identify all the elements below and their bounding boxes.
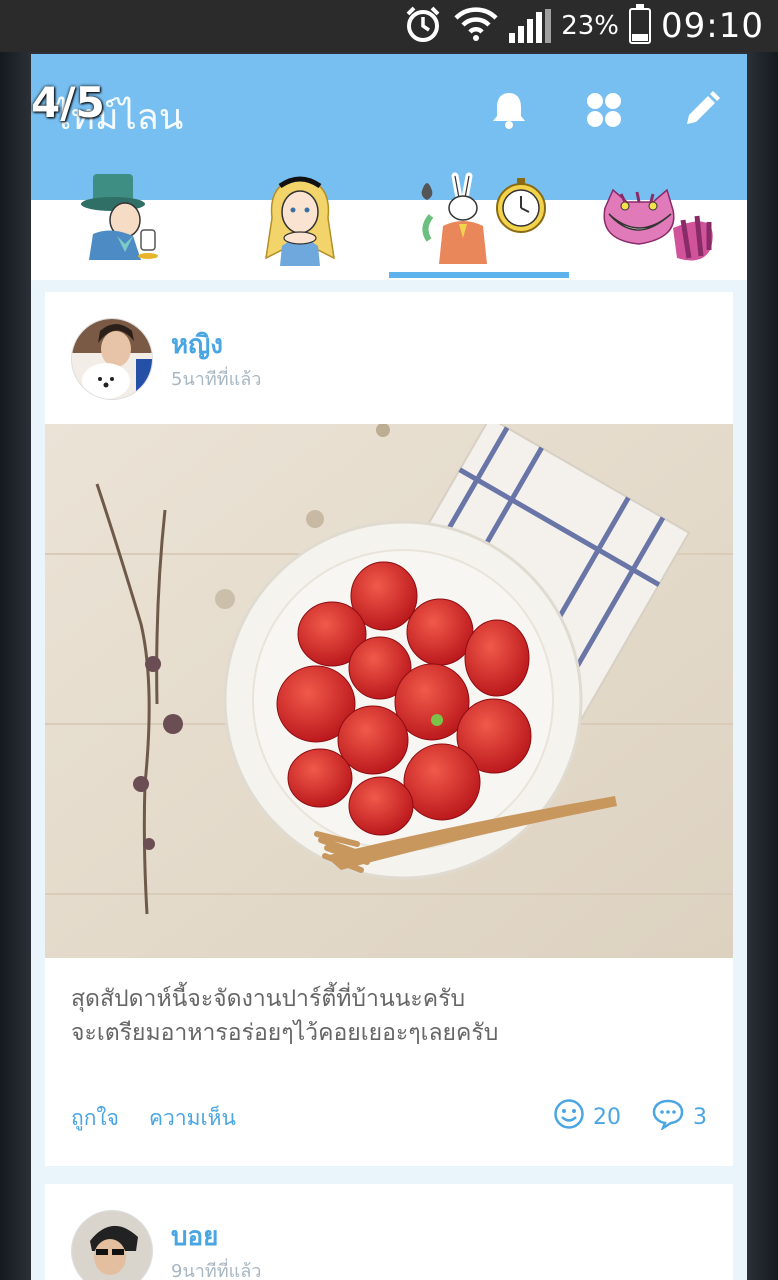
mad-hatter-sticker-icon (71, 168, 171, 278)
post-timestamp: 9นาทีที่แล้ว (171, 1261, 262, 1280)
comment-button[interactable]: ความเห็น (149, 1102, 236, 1135)
speech-bubble-icon (651, 1098, 685, 1136)
status-clock: 09:10 (661, 6, 764, 46)
caption-line: จะเตรียมอาหารอร่อยๆไว้คอยเยอะๆเลยครับ (71, 1020, 499, 1046)
wifi-icon (453, 6, 499, 46)
post-card: หญิง 5นาทีที่แล้ว สุดสัปดาห์นี้จะจัดงานป… (45, 292, 733, 1166)
cheshire-cat-sticker-icon (593, 168, 723, 278)
like-button[interactable]: ถูกใจ (71, 1102, 119, 1135)
caption-line: สุดสัปดาห์นี้จะจัดงานปาร์ตี้ที่บ้านนะครั… (71, 986, 466, 1012)
avatar[interactable] (71, 318, 153, 400)
menu-grid-button[interactable] (582, 88, 626, 132)
alice-sticker-icon (250, 168, 350, 278)
alarm-clock-icon (403, 4, 443, 48)
comment-count[interactable]: 3 (651, 1098, 707, 1136)
tab-cheshire-cat[interactable] (568, 168, 747, 278)
like-count[interactable]: 20 (553, 1098, 621, 1136)
selected-tab-indicator (389, 272, 569, 278)
post-photo[interactable] (45, 424, 733, 958)
bell-icon (487, 93, 531, 136)
avatar[interactable] (71, 1210, 153, 1280)
tab-mad-hatter[interactable] (31, 168, 210, 278)
like-count-value: 20 (593, 1104, 621, 1130)
page-counter: 4/5 (31, 78, 105, 127)
pencil-icon (679, 91, 723, 136)
notification-button[interactable] (487, 88, 531, 132)
battery-percent: 23% (561, 11, 620, 41)
tab-alice[interactable] (210, 168, 389, 278)
sticker-tab-bar (31, 172, 747, 280)
compose-post-button[interactable] (679, 88, 723, 132)
post-timestamp: 5นาทีที่แล้ว (171, 369, 262, 390)
post-caption: สุดสัปดาห์นี้จะจัดงานปาร์ตี้ที่บ้านนะครั… (71, 982, 711, 1050)
white-rabbit-sticker-icon (409, 168, 549, 278)
smiley-icon (553, 1098, 585, 1136)
comment-count-value: 3 (693, 1104, 707, 1130)
post-author[interactable]: หญิง (171, 324, 223, 365)
post-author[interactable]: บอย (171, 1216, 218, 1257)
battery-icon (629, 4, 652, 44)
grid-dots-icon (582, 93, 626, 136)
status-bar: 23% 09:10 (0, 0, 778, 52)
app-window: ไทม์ไลน หญิง 5นาทีที่แล้ว สุดสัปดาห์นี้จ… (31, 54, 747, 1280)
post-card: บอย 9นาทีที่แล้ว (45, 1184, 733, 1280)
tab-white-rabbit[interactable] (389, 168, 568, 278)
signal-strength-icon (509, 9, 552, 43)
